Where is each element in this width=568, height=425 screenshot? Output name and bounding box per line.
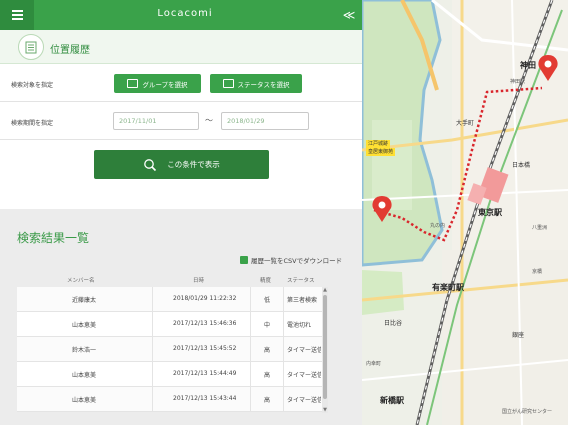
map-view[interactable]: 神田 東京駅 有楽町駅 新橋駅 大手町 日本橋 銀座 日比谷 神田駅 江戸城跡 …	[362, 0, 568, 425]
cell-datetime: 2017/12/13 15:43:44	[173, 395, 237, 402]
cell-member: 山本恵美	[72, 397, 97, 404]
cell-member: 鈴木浩一	[72, 347, 97, 354]
scroll-down-icon[interactable]: ▼	[322, 407, 328, 413]
cell-datetime: 2018/01/29 11:22:32	[173, 295, 237, 302]
scroll-thumb[interactable]	[323, 295, 327, 399]
column-header-member: メンバー名	[67, 278, 95, 284]
table-row[interactable]: 山本恵美 2017/12/13 15:46:36 中 電池切れ	[17, 312, 322, 337]
select-group-label: グループを選択	[142, 80, 188, 89]
csv-download-link[interactable]: 履歴一覧をCSVでダウンロード	[240, 255, 342, 265]
table-header: メンバー名 日時 精度 ステータス	[17, 273, 328, 285]
map-label-kanda: 神田	[520, 61, 536, 70]
search-submit-label: この条件で表示	[167, 160, 220, 169]
map-label-cancer-center: 国立がん研究センター	[502, 409, 553, 415]
map-label-marunouchi: 丸の内	[430, 223, 446, 229]
map-label-tokyo-station: 東京駅	[478, 208, 502, 217]
cell-status: 電池切れ	[287, 322, 312, 329]
date-to-input[interactable]: 2018/01/29	[221, 112, 309, 130]
map-label-nihonbashi: 日本橋	[512, 162, 531, 169]
cell-status: 第三者検索	[287, 297, 318, 304]
period-label: 検索期間を指定	[11, 120, 54, 127]
select-status-label: ステータスを選択	[237, 80, 290, 89]
date-from-input[interactable]: 2017/11/01	[113, 112, 199, 130]
table-row[interactable]: 鈴木浩一 2017/12/13 15:45:52 高 タイマー送信	[17, 337, 322, 362]
magnifier-icon	[144, 158, 157, 171]
map-label-kanda-station: 神田駅	[510, 79, 526, 85]
results-table-body: 近藤康太 2018/01/29 11:22:32 低 第三者検索 山本恵美 20…	[17, 287, 322, 412]
divider	[0, 139, 362, 140]
search-submit-button[interactable]: この条件で表示	[94, 150, 269, 179]
cell-accuracy: 高	[264, 397, 271, 404]
spreadsheet-icon	[240, 256, 248, 264]
select-status-button[interactable]: ステータスを選択	[210, 74, 302, 93]
cell-member: 近藤康太	[72, 297, 97, 304]
cell-status: タイマー送信	[287, 397, 321, 404]
top-bar: Locacomi ≪	[0, 0, 362, 30]
date-range-separator: 〜	[205, 116, 213, 125]
hamburger-menu-icon[interactable]	[0, 0, 34, 30]
map-label-yaesu: 八重洲	[532, 225, 548, 231]
table-row[interactable]: 山本恵美 2017/12/13 15:44:49 高 タイマー送信	[17, 362, 322, 387]
results-title: 検索結果一覧	[17, 231, 90, 245]
cell-datetime: 2017/12/13 15:46:36	[173, 320, 237, 327]
cell-member: 山本恵美	[72, 372, 97, 379]
select-group-button[interactable]: グループを選択	[114, 74, 201, 93]
cell-member: 山本恵美	[72, 322, 97, 329]
divider	[0, 101, 362, 102]
status-icon	[222, 79, 234, 88]
map-label-kyobashi: 京橋	[532, 269, 543, 275]
column-header-accuracy: 精度	[260, 278, 272, 284]
map-label-edo-castle: 江戸城跡	[366, 140, 391, 148]
target-label: 検索対象を指定	[11, 82, 54, 89]
table-scrollbar[interactable]: ▲ ▼	[322, 287, 328, 413]
map-label-yurakucho: 有楽町駅	[432, 283, 464, 292]
map-label-otemachi: 大手町	[456, 120, 475, 127]
history-list-icon	[18, 34, 44, 60]
group-icon	[127, 79, 139, 88]
page-title: 位置履歴	[50, 45, 90, 56]
map-label-ginza: 銀座	[512, 332, 525, 339]
map-label-imperial: 皇居東御苑	[366, 148, 396, 156]
cell-accuracy: 高	[264, 372, 271, 379]
history-panel: Locacomi ≪ 位置履歴 検索対象を指定 グループを選択 ステータスを選択…	[0, 0, 362, 425]
cell-accuracy: 高	[264, 347, 271, 354]
cell-datetime: 2017/12/13 15:45:52	[173, 345, 237, 352]
collapse-panel-icon[interactable]: ≪	[340, 6, 358, 24]
cell-status: タイマー送信	[287, 347, 321, 354]
cell-status: タイマー送信	[287, 372, 321, 379]
column-header-status: ステータス	[287, 278, 315, 284]
app-title: Locacomi	[157, 8, 213, 19]
map-canvas	[362, 0, 568, 425]
cell-datetime: 2017/12/13 15:44:49	[173, 370, 237, 377]
cell-accuracy: 中	[264, 322, 271, 329]
scroll-up-icon[interactable]: ▲	[322, 287, 328, 293]
page-header: 位置履歴	[0, 30, 362, 64]
cell-accuracy: 低	[264, 297, 271, 304]
csv-download-label: 履歴一覧をCSVでダウンロード	[251, 257, 343, 265]
table-row[interactable]: 山本恵美 2017/12/13 15:43:44 高 タイマー送信	[17, 387, 322, 412]
map-label-hibiya: 日比谷	[384, 320, 403, 327]
map-label-shinbashi: 新橋駅	[380, 396, 404, 405]
map-label-uchisaiwaicho: 内幸町	[366, 361, 382, 367]
column-header-datetime: 日時	[193, 278, 205, 284]
table-row[interactable]: 近藤康太 2018/01/29 11:22:32 低 第三者検索	[17, 287, 322, 312]
